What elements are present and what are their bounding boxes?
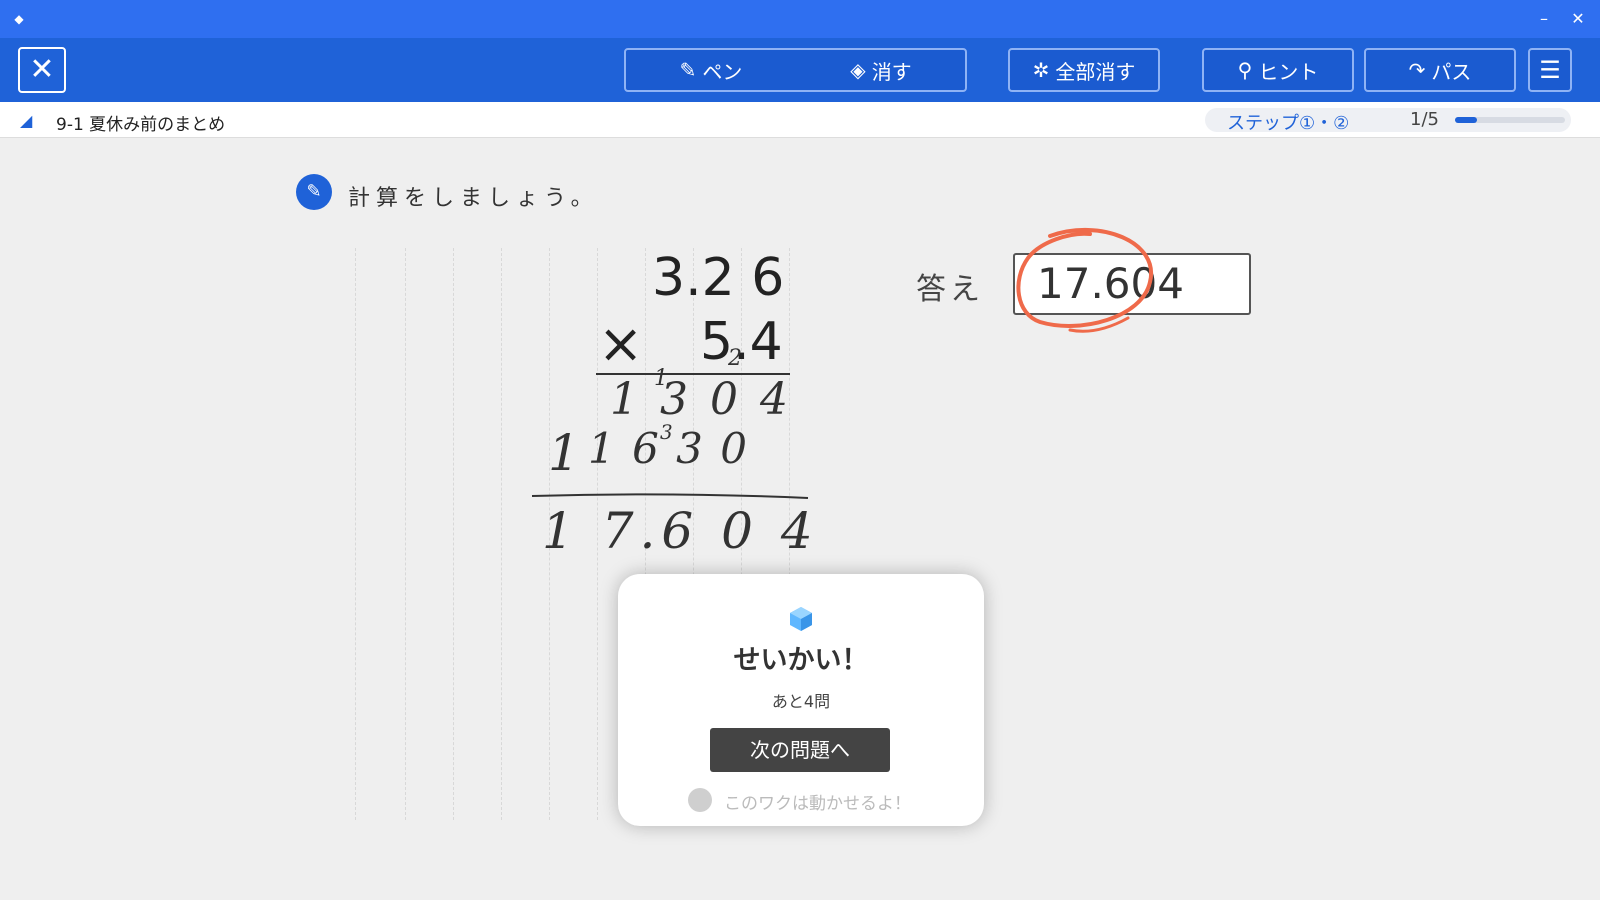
pass-button[interactable]: ↷ パス: [1364, 48, 1516, 92]
handwritten-sum-rule: [531, 493, 809, 499]
handwritten-carry: 3: [660, 420, 673, 444]
correct-title: せいかい！: [733, 645, 869, 676]
pass-label: パス: [1431, 59, 1472, 84]
window-close-button[interactable]: ✕: [1566, 8, 1590, 30]
handwritten-result: 1 7.6 0 4: [542, 502, 819, 560]
step-progress: ステップ①・② 1/5: [1205, 108, 1571, 135]
erase-button[interactable]: ◈ 消す: [796, 50, 966, 90]
remaining-count: あと4問: [771, 692, 831, 711]
pen-label: ペン: [702, 59, 743, 84]
pen-button[interactable]: ✎ ペン: [626, 50, 796, 90]
drag-hint: このワクは動かせるよ！: [724, 794, 911, 814]
drawing-canvas[interactable]: 2 1 3 0 4 1 1 1 6 3 0 3 1 7.6 0 4: [530, 340, 830, 580]
window-titlebar: ◆ – ✕: [0, 0, 1600, 38]
progress-fill: [1455, 117, 1477, 123]
gem-icon: [790, 607, 812, 631]
pencil-icon: ✎: [296, 174, 332, 210]
clear-all-label: 全部消す: [1055, 59, 1136, 84]
grid-line: [453, 248, 454, 820]
corner-triangle-icon: ◢: [20, 111, 33, 130]
handwritten-carry: 2: [728, 346, 742, 371]
handwritten-leading: 1: [548, 424, 580, 482]
grid-line: [501, 248, 502, 820]
step-label[interactable]: ステップ①・②: [1227, 109, 1349, 135]
toolbar: ✕ ✎ ペン ◈ 消す ✲ 全部消す ⚲ ヒント ↷ パス ☰: [0, 38, 1600, 102]
pen-icon: ✎: [679, 58, 697, 82]
erase-label: 消す: [871, 59, 912, 84]
minimize-button[interactable]: –: [1532, 8, 1556, 30]
handwritten-partial-1: 1 3 0 4: [610, 374, 792, 425]
breadcrumb-bar: ◢ 9-1 夏休み前のまとめ ステップ①・② 1/5: [0, 102, 1600, 138]
lightbulb-icon: ⚲: [1237, 58, 1253, 82]
menu-button[interactable]: ☰: [1528, 48, 1572, 92]
breadcrumb: 9-1 夏休み前のまとめ: [56, 115, 226, 135]
eraser-icon: ◈: [850, 58, 866, 82]
correct-popup[interactable]: せいかい！ あと4問 次の問題へ このワクは動かせるよ！: [618, 574, 984, 826]
grid-line: [355, 248, 356, 820]
multiplicand: 3.2 6: [652, 248, 785, 308]
sparkle-icon: ✲: [1032, 58, 1050, 82]
next-question-button[interactable]: 次の問題へ: [710, 728, 890, 772]
instruction-text: 計算をしましょう。: [348, 186, 599, 211]
pass-arrow-icon: ↷: [1408, 58, 1426, 82]
hand-icon: [688, 788, 712, 812]
progress-track: [1455, 117, 1565, 123]
pen-erase-group: ✎ ペン ◈ 消す: [624, 48, 967, 92]
hint-button[interactable]: ⚲ ヒント: [1202, 48, 1354, 92]
correct-circle-mark: [1016, 227, 1154, 333]
grid-line: [405, 248, 406, 820]
close-button[interactable]: ✕: [18, 47, 66, 93]
hint-label: ヒント: [1258, 59, 1319, 84]
answer-label: 答え: [916, 272, 984, 307]
handwritten-carry: 1: [654, 366, 668, 391]
diamond-icon: ◆: [14, 12, 24, 26]
clear-all-button[interactable]: ✲ 全部消す: [1008, 48, 1160, 92]
step-count: 1/5: [1410, 109, 1439, 130]
